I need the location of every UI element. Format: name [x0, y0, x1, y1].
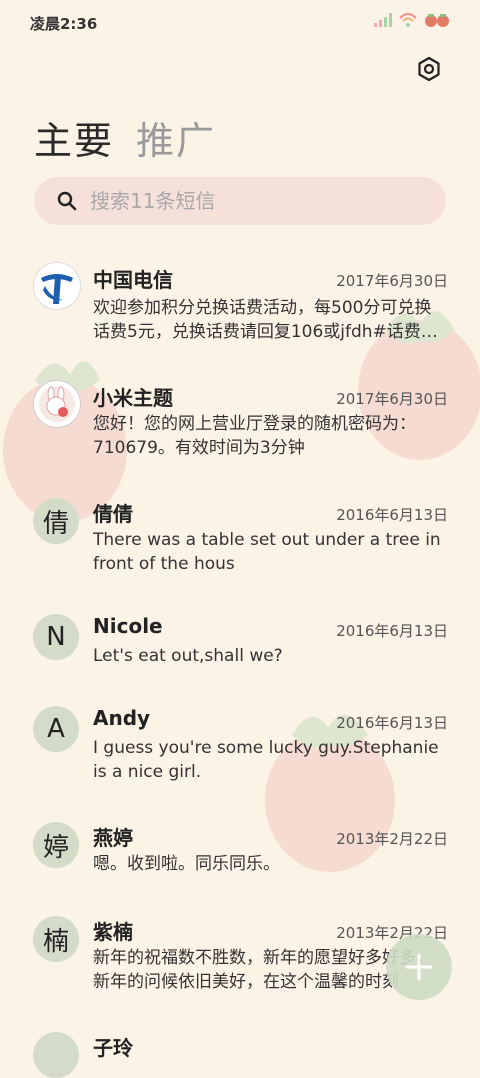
message-date: 2016年6月13日 [336, 622, 448, 640]
message-date: 2013年2月22日 [336, 830, 448, 848]
settings-icon[interactable] [416, 56, 442, 82]
contact-name: 小米主题 [93, 386, 173, 410]
status-time: 凌晨2:36 [30, 15, 98, 33]
message-preview: There was a table set out under a tree i… [93, 530, 441, 574]
contact-name: 紫楠 [93, 920, 133, 944]
message-date: 2017年6月30日 [336, 272, 448, 290]
contact-name: Nicole [93, 614, 163, 638]
signal-icon [374, 13, 392, 27]
search-bar[interactable] [34, 177, 446, 225]
message-preview: 欢迎参加积分兑换话费活动，每500分可兑换话费5元，兑换话费请回复106或jfd… [93, 298, 438, 342]
battery-icon [425, 14, 449, 27]
contact-name: 中国电信 [93, 268, 173, 292]
contact-name: 燕婷 [93, 826, 133, 850]
avatar [33, 1032, 79, 1078]
message-date: 2016年6月13日 [336, 714, 448, 732]
new-message-button[interactable] [386, 934, 452, 1000]
avatar: 婷 [33, 822, 79, 868]
contact-name: 子玲 [93, 1036, 133, 1060]
search-input[interactable] [88, 188, 392, 214]
message-date: 2016年6月13日 [336, 506, 448, 524]
message-preview: I guess you're some lucky guy.Stephanie … [93, 738, 439, 782]
contact-name: Andy [93, 706, 151, 730]
message-preview: Let's eat out,shall we? [93, 646, 283, 666]
avatar: 倩 [33, 498, 79, 544]
status-bar: 凌晨2:36 [0, 0, 480, 44]
avatar [33, 262, 81, 310]
message-date: 2017年6月30日 [336, 390, 448, 408]
avatar: A [33, 706, 79, 752]
status-icons [374, 12, 450, 28]
search-icon [57, 191, 77, 211]
message-preview: 嗯。收到啦。同乐同乐。 [93, 854, 280, 874]
tab-primary[interactable]: 主要 [34, 110, 114, 165]
plus-icon [405, 953, 433, 981]
wifi-icon [399, 13, 417, 27]
avatar [33, 380, 81, 428]
message-preview: 您好！您的网上营业厅登录的随机密码为：710679。有效时间为3分钟 [93, 414, 416, 458]
china-telecom-logo-icon [36, 265, 78, 307]
bunny-avatar-icon [39, 386, 75, 422]
avatar: N [33, 614, 79, 660]
contact-name: 倩倩 [93, 502, 133, 526]
avatar: 楠 [33, 916, 79, 962]
tab-promotions[interactable]: 推广 [136, 110, 216, 165]
tab-bar: 主要 推广 [34, 110, 216, 165]
